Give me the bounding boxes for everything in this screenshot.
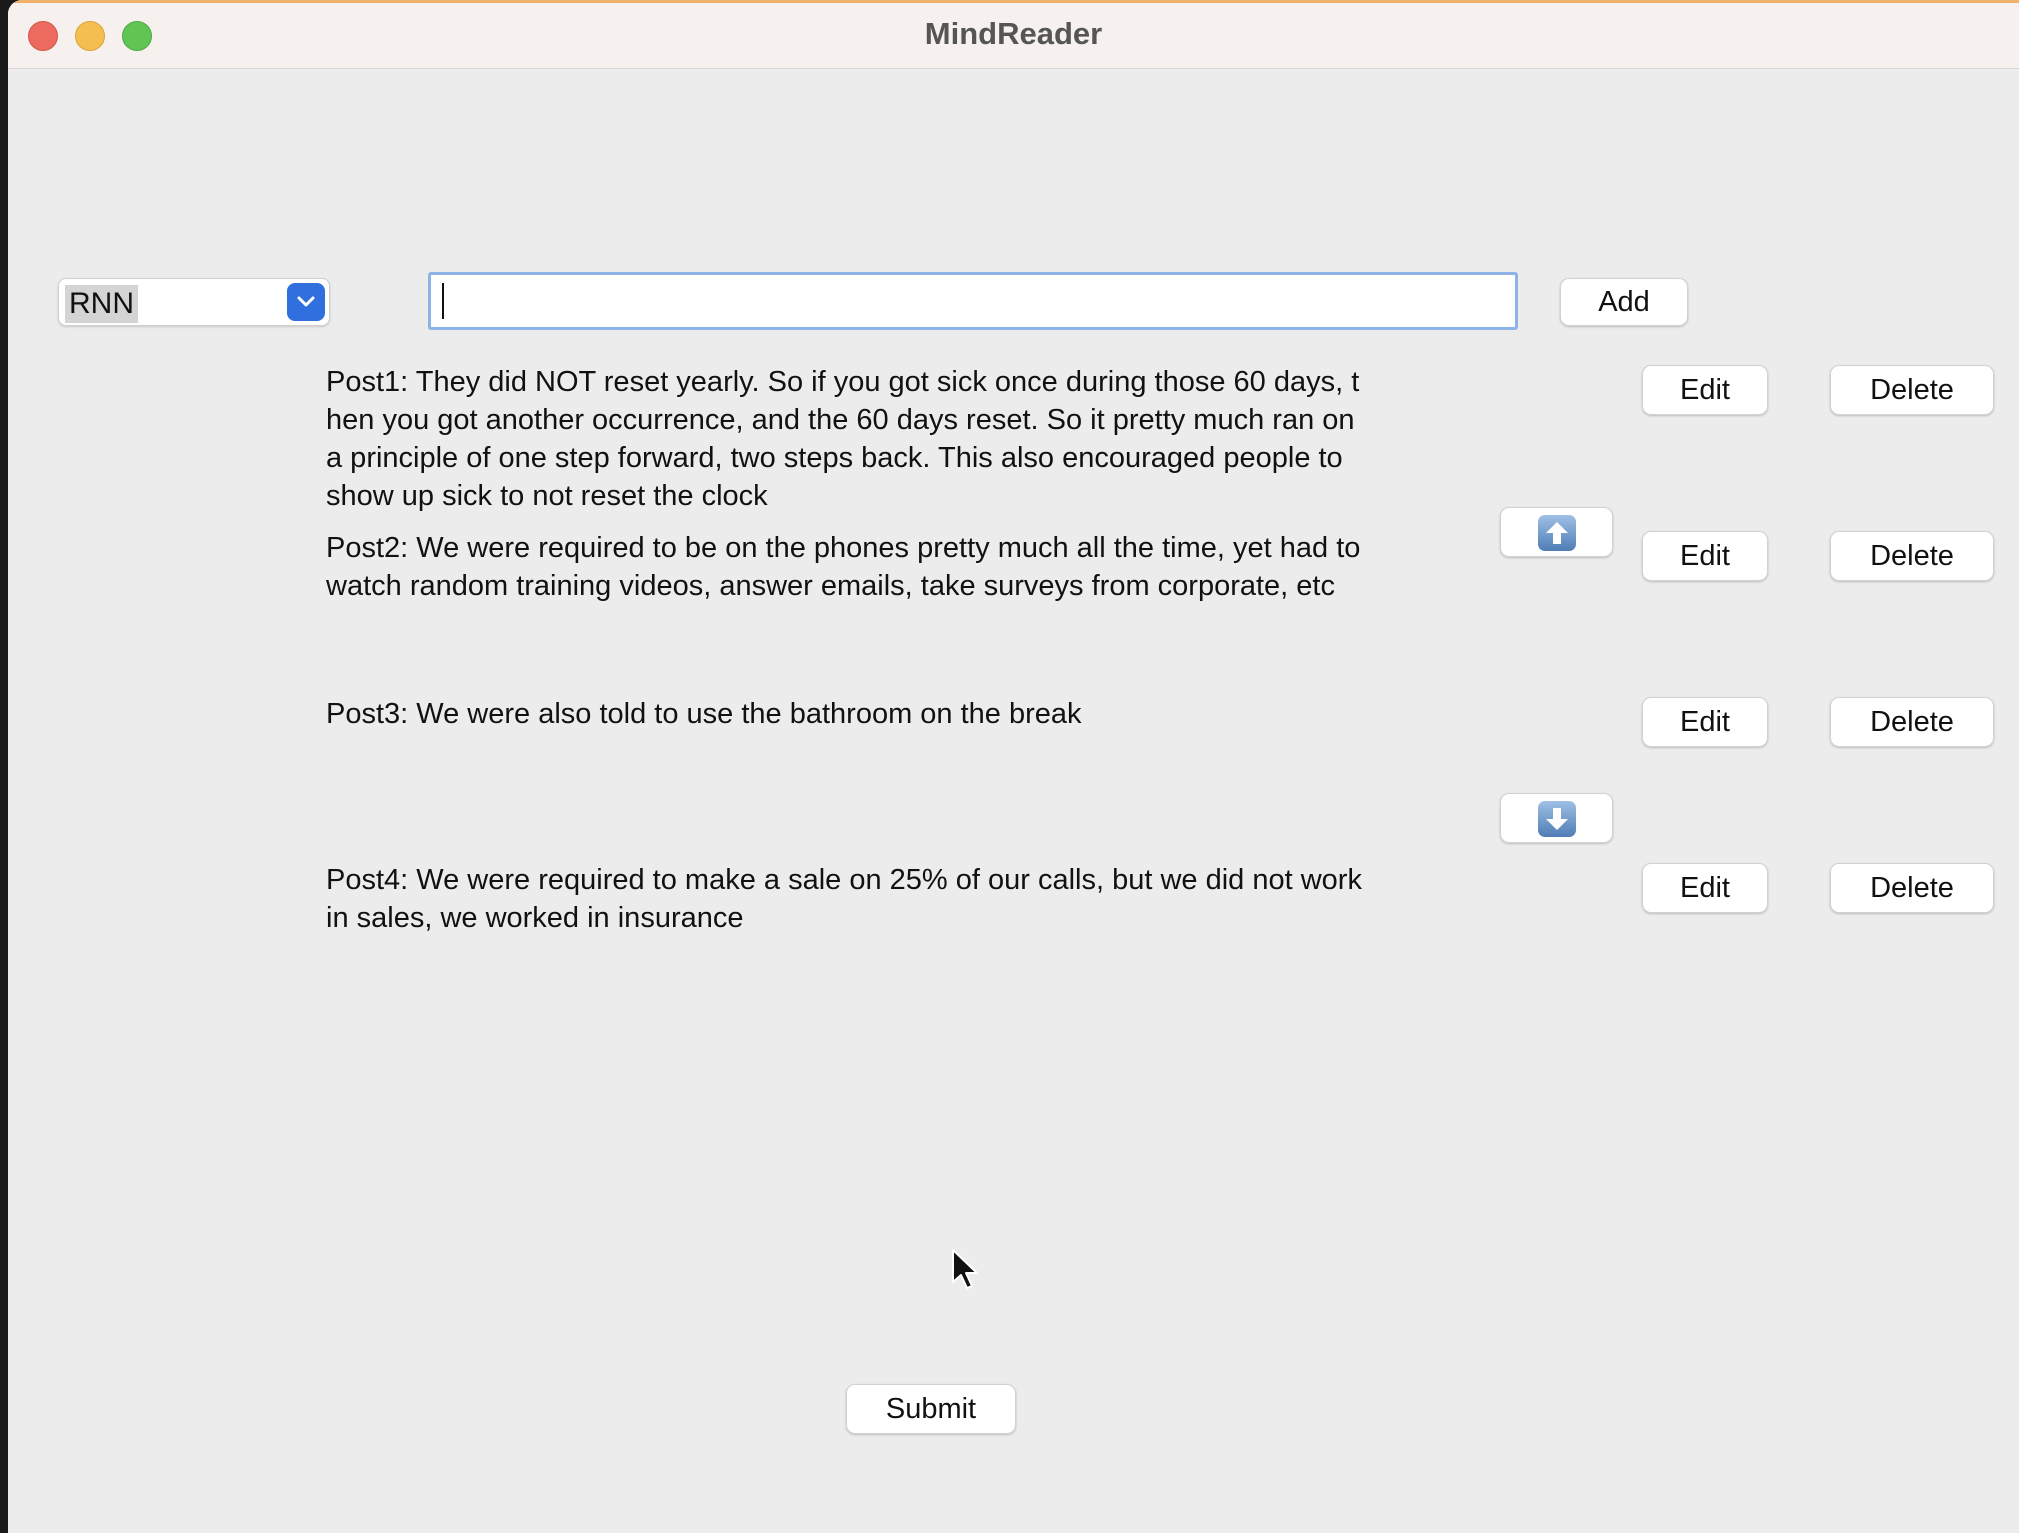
text-caret — [442, 283, 444, 319]
submit-button[interactable]: Submit — [846, 1384, 1016, 1434]
edit-button-post-4[interactable]: Edit — [1642, 863, 1768, 913]
arrow-up-icon — [1538, 515, 1576, 551]
move-up-button[interactable] — [1500, 507, 1613, 557]
post-input[interactable] — [428, 272, 1518, 330]
title-bar: MindReader — [8, 0, 2019, 69]
chevron-down-icon[interactable] — [287, 283, 325, 321]
model-select-value: RNN — [65, 285, 138, 323]
delete-button-post-1[interactable]: Delete — [1830, 365, 1994, 415]
edit-button-post-3[interactable]: Edit — [1642, 697, 1768, 747]
post-text-3: Post3: We were also told to use the bath… — [326, 698, 1082, 730]
post-text-1: Post1: They did NOT reset yearly. So if … — [326, 366, 1360, 512]
add-button[interactable]: Add — [1560, 278, 1688, 326]
edit-button-post-1[interactable]: Edit — [1642, 365, 1768, 415]
move-down-button[interactable] — [1500, 793, 1613, 843]
edit-button-post-2[interactable]: Edit — [1642, 531, 1768, 581]
post-text-4: Post4: We were required to make a sale o… — [326, 864, 1362, 934]
delete-button-post-2[interactable]: Delete — [1830, 531, 1994, 581]
mouse-pointer-icon — [952, 1249, 978, 1289]
delete-button-post-4[interactable]: Delete — [1830, 863, 1994, 913]
arrow-down-icon — [1538, 801, 1576, 837]
model-select[interactable]: RNN — [58, 278, 330, 326]
delete-button-post-3[interactable]: Delete — [1830, 697, 1994, 747]
app-window: MindReader RNN Add Post1: They did NOT r… — [8, 0, 2019, 1533]
window-title: MindReader — [924, 16, 1103, 51]
post-text-2: Post2: We were required to be on the pho… — [326, 532, 1361, 602]
